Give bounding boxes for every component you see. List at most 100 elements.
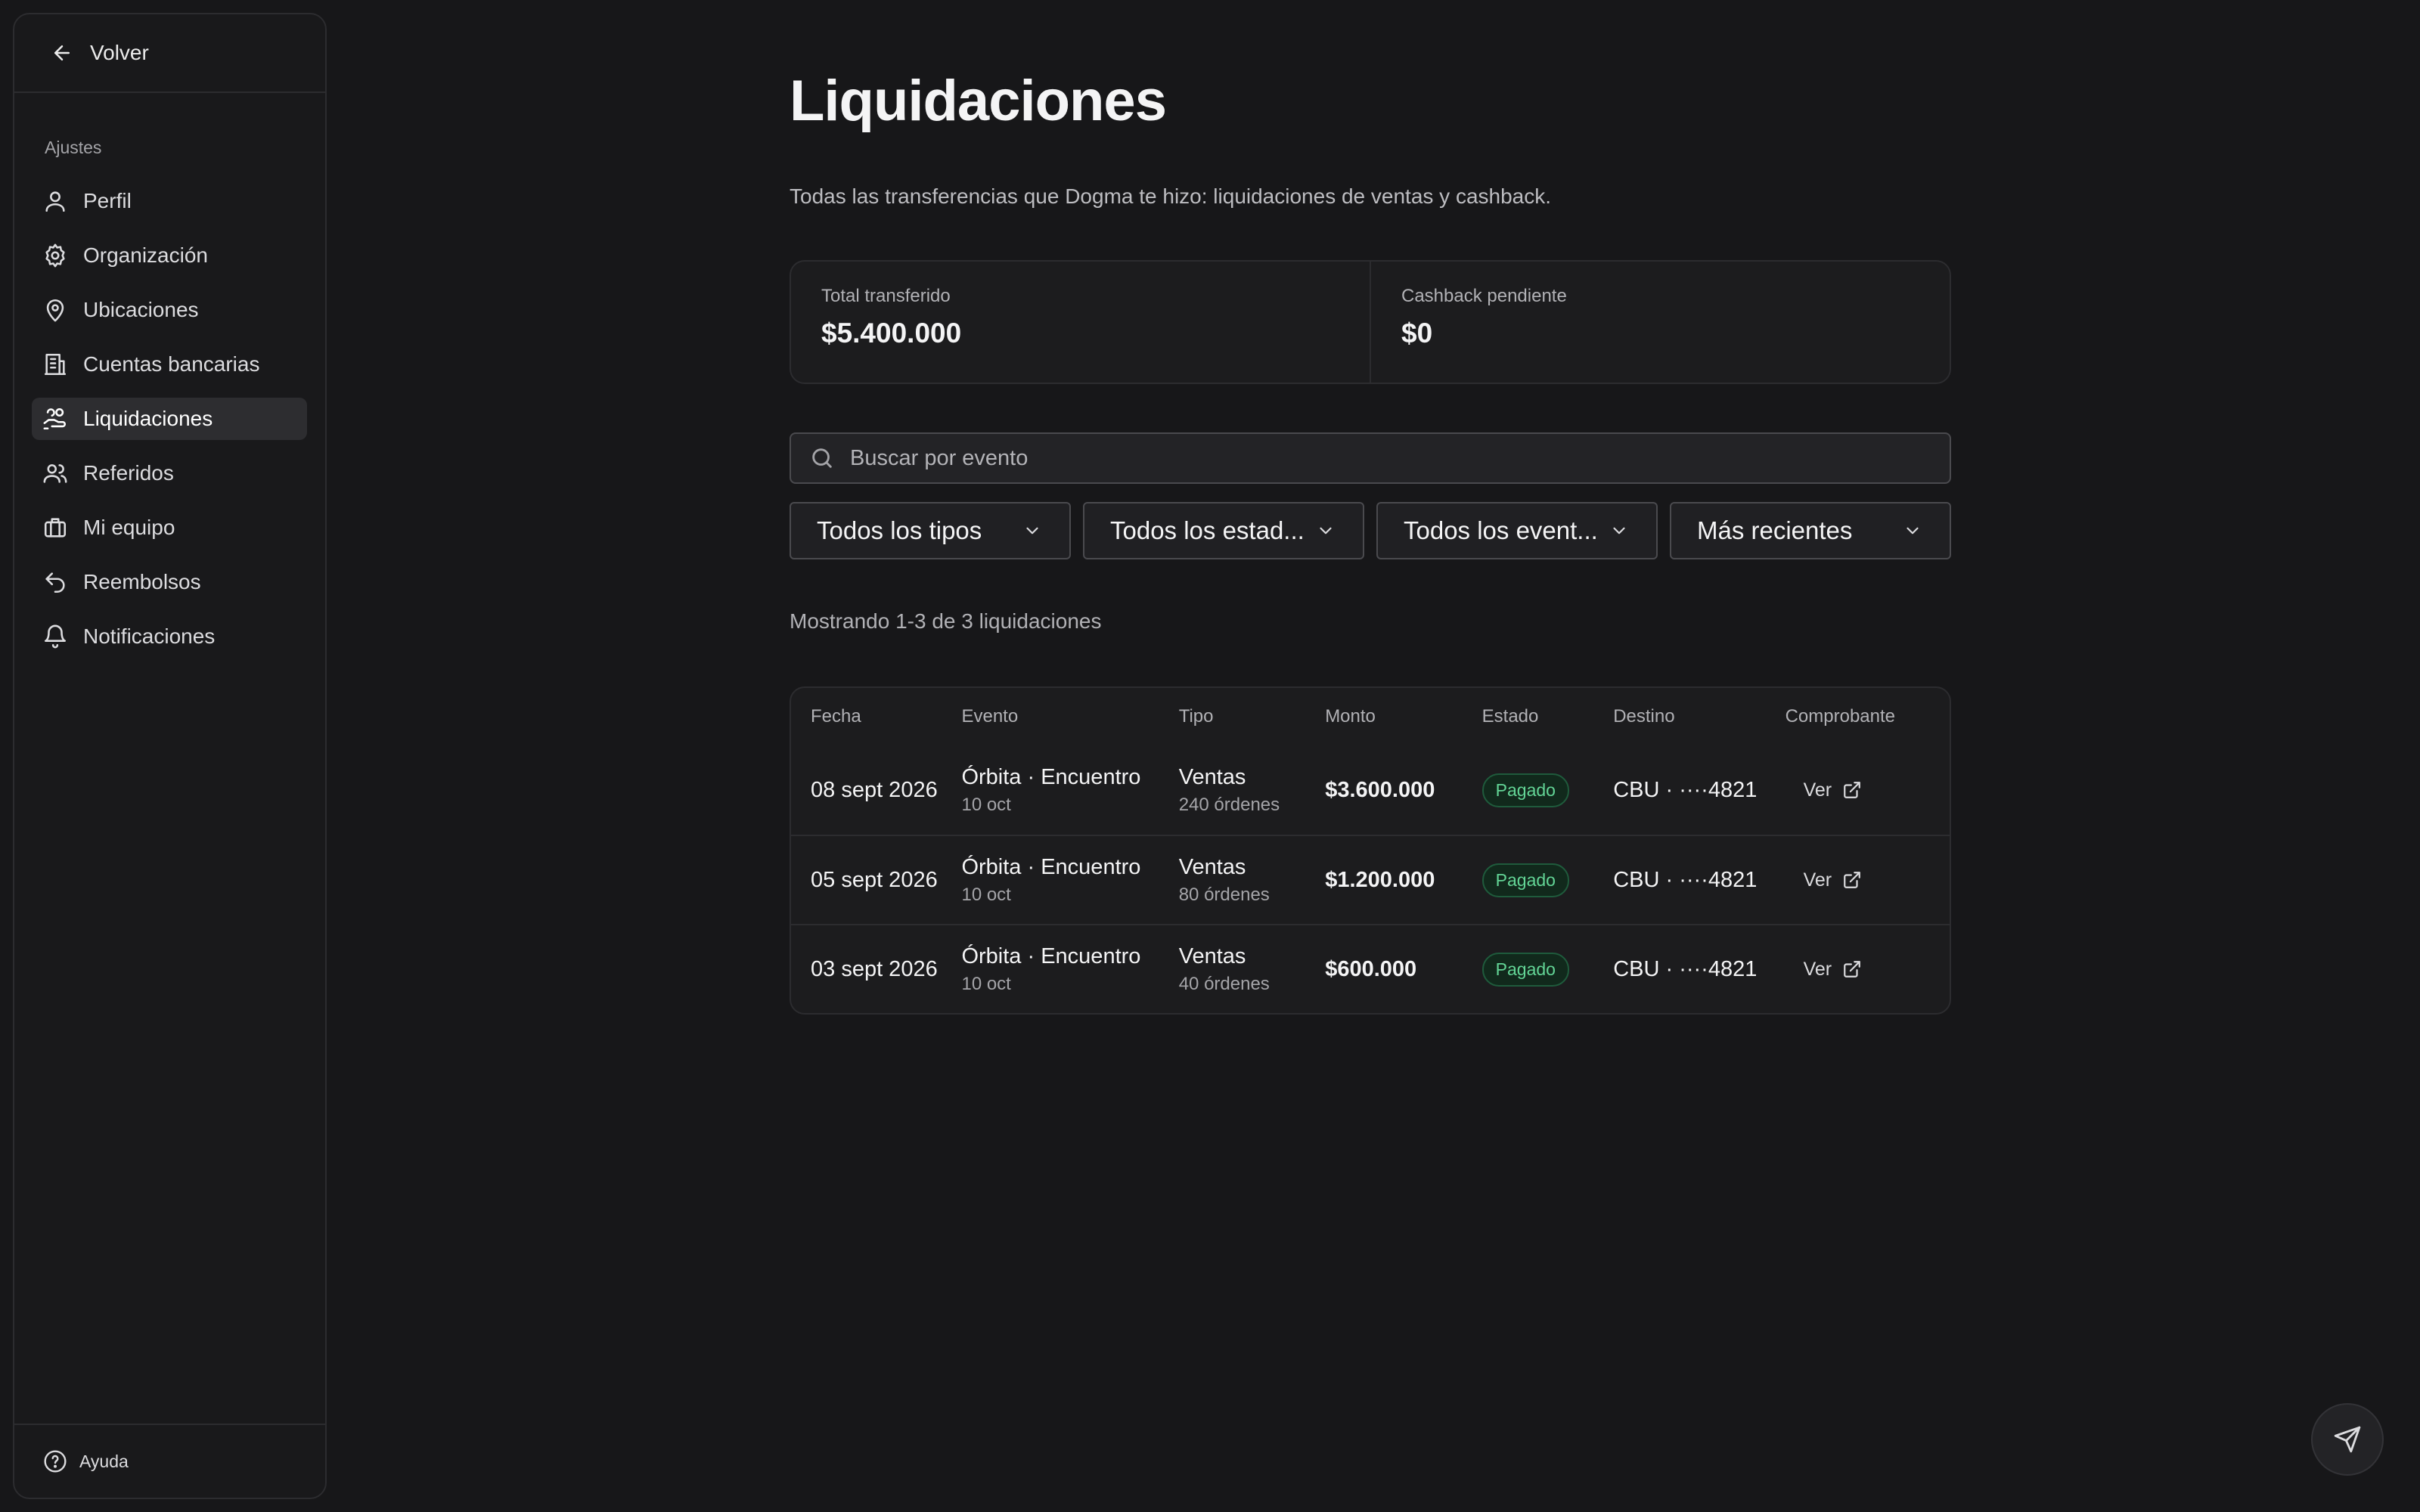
filter-status-select[interactable]: Todos los estad... <box>1083 502 1364 559</box>
table-row[interactable]: 03 sept 2026 Órbita · Encuentro 10 oct V… <box>791 924 1950 1013</box>
event-name: Órbita · Encuentro <box>961 943 1141 968</box>
table-row[interactable]: 08 sept 2026 Órbita · Encuentro 10 oct V… <box>791 745 1950 835</box>
sidebar-item-label: Referidos <box>83 461 174 485</box>
stat-label: Total transferido <box>821 286 951 306</box>
liquidaciones-table: Fecha Evento Tipo Monto Estado Destino C… <box>790 686 1951 1015</box>
filter-event-select[interactable]: Todos los event... <box>1376 502 1658 559</box>
send-icon <box>2334 1426 2361 1453</box>
external-link-icon <box>1844 961 1860 978</box>
sidebar-item-perfil[interactable]: Perfil <box>32 180 307 222</box>
event-name: Órbita · Encuentro <box>961 854 1141 879</box>
sidebar-item-notificaciones[interactable]: Notificaciones <box>32 615 307 658</box>
sidebar-item-reembolsos[interactable]: Reembolsos <box>32 561 307 603</box>
cell-estado: Pagado <box>1481 773 1614 807</box>
users-icon <box>43 464 67 483</box>
order-count: 40 órdenes <box>1178 973 1270 994</box>
status-badge: Pagado <box>1481 773 1569 807</box>
view-receipt-label: Ver <box>1803 958 1832 980</box>
filter-status-value: Todos los estad... <box>1110 516 1305 544</box>
filter-event-value: Todos los event... <box>1404 516 1598 544</box>
user-icon <box>45 191 65 212</box>
chevron-down-icon <box>1320 527 1332 534</box>
column-header-evento: Evento <box>961 706 1019 727</box>
cell-destino: CBU · ····4821 <box>1613 777 1758 802</box>
stat-cashback-pendiente: Cashback pendiente $0 <box>1370 262 1950 383</box>
cell-monto: $1.200.000 <box>1325 867 1435 892</box>
map-pin-icon <box>46 299 64 322</box>
cell-monto: $600.000 <box>1325 956 1417 981</box>
external-link-icon <box>1844 782 1860 798</box>
sidebar-nav: Perfil Organización Ubicaciones Cuentas … <box>32 180 307 670</box>
briefcase-icon <box>44 518 67 538</box>
status-badge: Pagado <box>1481 863 1569 897</box>
sidebar-item-label: Liquidaciones <box>83 407 213 430</box>
chevron-down-icon <box>1907 527 1919 534</box>
table-row[interactable]: 05 sept 2026 Órbita · Encuentro 10 oct V… <box>791 835 1950 924</box>
cell-estado: Pagado <box>1481 952 1614 987</box>
view-receipt-label: Ver <box>1803 779 1832 801</box>
type-label: Ventas <box>1178 764 1246 789</box>
filter-type-value: Todos los tipos <box>817 516 982 544</box>
table-header: Fecha Evento Tipo Monto Estado Destino C… <box>791 688 1950 745</box>
cell-evento: Órbita · Encuentro 10 oct <box>961 855 1178 906</box>
view-receipt-link[interactable]: Ver <box>1786 779 1950 801</box>
page-title: Liquidaciones <box>790 69 1167 133</box>
hand-coins-icon <box>43 407 66 430</box>
sort-value: Más recientes <box>1697 516 1853 544</box>
sidebar-item-cuentas-bancarias[interactable]: Cuentas bancarias <box>32 343 307 386</box>
type-label: Ventas <box>1178 943 1246 968</box>
view-receipt-label: Ver <box>1803 869 1832 891</box>
results-count: Mostrando 1-3 de 3 liquidaciones <box>790 609 1102 633</box>
stats-card: Total transferido $5.400.000 Cashback pe… <box>790 260 1951 384</box>
column-header-destino: Destino <box>1613 706 1675 727</box>
sidebar-item-organizacion[interactable]: Organización <box>32 234 307 277</box>
search-bar <box>790 432 1951 484</box>
column-header-tipo: Tipo <box>1178 706 1214 727</box>
order-count: 80 órdenes <box>1178 884 1270 905</box>
sidebar-item-mi-equipo[interactable]: Mi equipo <box>32 507 307 549</box>
view-receipt-link[interactable]: Ver <box>1786 959 1950 981</box>
chevron-down-icon <box>1613 527 1625 534</box>
column-header-comprobante: Comprobante <box>1785 706 1895 727</box>
help-label: Ayuda <box>79 1451 129 1471</box>
cell-comprobante: Ver <box>1786 959 1950 981</box>
cell-estado: Pagado <box>1481 863 1614 897</box>
column-header-monto: Monto <box>1325 706 1376 727</box>
cell-tipo: Ventas 40 órdenes <box>1179 944 1325 995</box>
status-badge: Pagado <box>1481 952 1569 987</box>
stat-value: $5.400.000 <box>821 318 962 349</box>
stat-label: Cashback pendiente <box>1401 286 1567 306</box>
sidebar-item-label: Reembolsos <box>83 570 201 593</box>
cell-monto: $3.600.000 <box>1325 777 1435 802</box>
cell-evento: Órbita · Encuentro 10 oct <box>961 765 1178 816</box>
sidebar-item-ubicaciones[interactable]: Ubicaciones <box>32 289 307 331</box>
bank-icon <box>44 353 67 376</box>
column-header-estado: Estado <box>1481 706 1539 727</box>
send-feedback-button[interactable] <box>2311 1403 2384 1476</box>
bell-icon <box>44 624 67 649</box>
sidebar-item-referidos[interactable]: Referidos <box>32 452 307 494</box>
cell-destino: CBU · ····4821 <box>1613 867 1758 892</box>
sidebar-item-label: Cuentas bancarias <box>83 352 260 376</box>
sidebar-item-label: Ubicaciones <box>83 298 199 321</box>
cell-fecha: 05 sept 2026 <box>811 867 938 892</box>
undo-icon <box>45 572 65 593</box>
view-receipt-link[interactable]: Ver <box>1786 869 1950 891</box>
event-date: 10 oct <box>961 884 1011 905</box>
type-label: Ventas <box>1178 854 1246 879</box>
sidebar-item-label: Organización <box>83 243 208 267</box>
search-icon <box>812 448 832 468</box>
search-input[interactable] <box>850 445 1909 471</box>
sort-select[interactable]: Más recientes <box>1670 502 1951 559</box>
back-button[interactable]: Volver <box>14 14 325 93</box>
cell-evento: Órbita · Encuentro 10 oct <box>961 944 1178 995</box>
help-link[interactable]: Ayuda <box>14 1424 325 1498</box>
sidebar-item-label: Perfil <box>83 189 132 212</box>
sidebar-item-liquidaciones[interactable]: Liquidaciones <box>32 398 307 440</box>
sidebar-section-label: Ajustes <box>45 138 102 157</box>
arrow-left-icon <box>54 45 70 60</box>
sidebar: Volver Ajustes Perfil Organización Ubica… <box>13 13 327 1499</box>
filter-type-select[interactable]: Todos los tipos <box>790 502 1071 559</box>
sidebar-item-label: Notificaciones <box>83 624 216 648</box>
page-subtitle: Todas las transferencias que Dogma te hi… <box>790 184 1552 208</box>
